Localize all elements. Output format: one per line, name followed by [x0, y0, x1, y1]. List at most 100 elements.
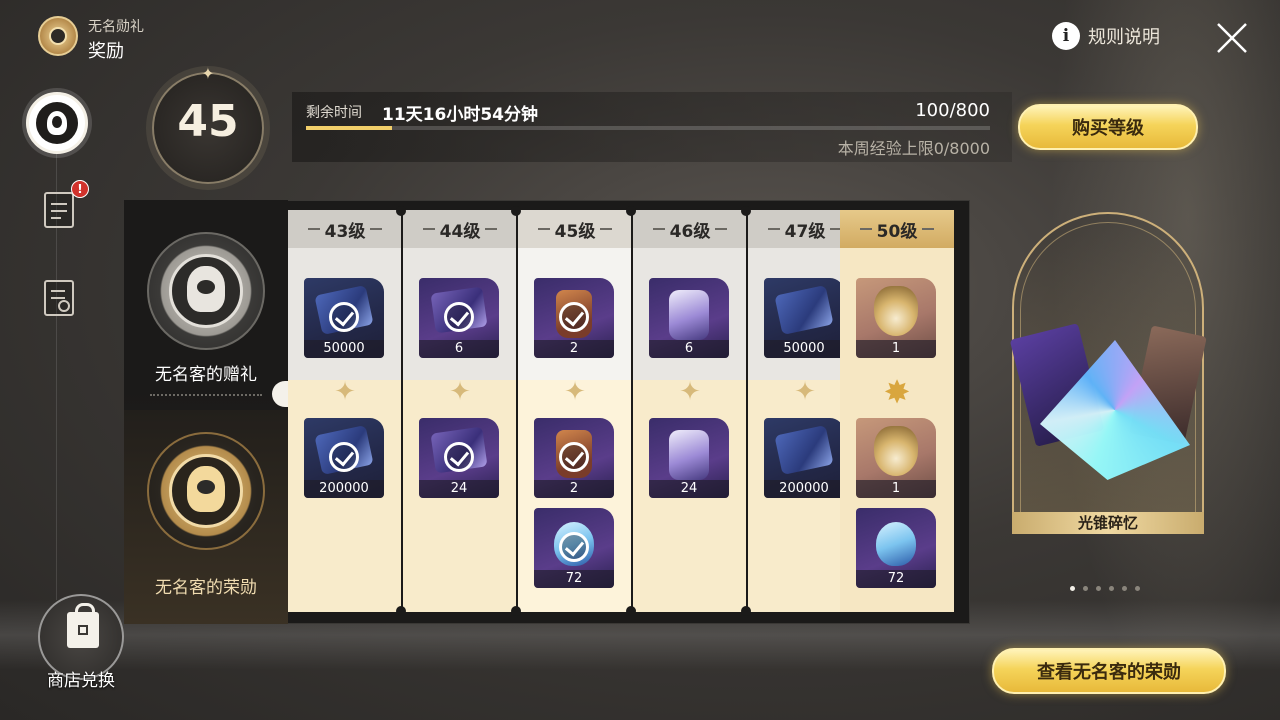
buy-level-button[interactable]: 购买等级: [1018, 104, 1198, 150]
level-header: 45级: [518, 210, 632, 248]
missions-alert-badge: !: [71, 180, 89, 198]
reward-item-material-book[interactable]: 6: [419, 278, 499, 358]
exp-progress-bar: [306, 126, 990, 130]
rail-tab-missions-clipboard-icon[interactable]: [44, 192, 74, 228]
sparkle-icon: ✦: [449, 377, 471, 407]
compass-star-icon: ✸: [883, 373, 911, 411]
reward-item-pocket-watch[interactable]: 1: [856, 278, 936, 358]
rail-tab-rewards[interactable]: [26, 92, 88, 154]
pagination-dot[interactable]: [1109, 586, 1114, 591]
pagination-dot[interactable]: [1122, 586, 1127, 591]
free-track-name: 无名客的赠礼: [155, 365, 257, 385]
level-column-45: 45级 ✦ 2 2 72: [518, 210, 633, 612]
item-quantity: 72: [534, 570, 614, 588]
lantern-icon: [669, 290, 709, 340]
level-column-50: 50级 ✸ 1 1 72: [840, 210, 954, 612]
reward-item-star-flask[interactable]: 72: [534, 508, 614, 588]
reward-item-credits[interactable]: 200000: [304, 418, 384, 498]
item-quantity: 50000: [764, 340, 844, 358]
column-pin: [626, 606, 636, 616]
level-header: 46级: [633, 210, 747, 248]
claimed-check-icon: [444, 302, 474, 332]
claimed-check-icon: [329, 442, 359, 472]
page-title: 奖励: [88, 41, 124, 62]
view-nameless-honor-button[interactable]: 查看无名客的荣勋: [992, 648, 1226, 694]
column-pin: [396, 606, 406, 616]
sparkle-icon: ✦: [564, 377, 586, 407]
info-icon: i: [1052, 22, 1080, 50]
preview-label: 光锥碎忆: [1012, 512, 1204, 534]
reward-item-potion[interactable]: 2: [534, 278, 614, 358]
nameless-medal-icon: [36, 102, 78, 144]
free-track-medal-icon: [147, 232, 265, 350]
item-quantity: 6: [649, 340, 729, 358]
rules-label: 规则说明: [1088, 27, 1160, 48]
sparkle-icon: ✦: [334, 377, 356, 407]
item-quantity: 2: [534, 480, 614, 498]
reward-item-material-book[interactable]: 24: [419, 418, 499, 498]
track-separator: [150, 394, 262, 396]
exp-progress-fill: [306, 126, 392, 130]
reward-item-credits[interactable]: 200000: [764, 418, 844, 498]
sparkle-icon: ✦: [679, 377, 701, 407]
rail-tab-overview-search-icon[interactable]: [44, 280, 74, 316]
level-header: 44级: [403, 210, 517, 248]
claimed-check-icon: [444, 442, 474, 472]
column-pin: [626, 206, 636, 216]
nameless-honor-emblem-icon: [38, 16, 78, 56]
pocket-watch-icon: [874, 426, 918, 476]
sparkle-icon: ✦: [794, 377, 816, 407]
credit-card-icon: [774, 285, 834, 335]
column-pin: [511, 206, 521, 216]
shop-exchange-label: 商店兑换: [47, 671, 115, 691]
lantern-icon: [669, 430, 709, 480]
weekly-exp-cap: 本周经验上限0/8000: [837, 139, 990, 158]
current-level: 45: [177, 96, 239, 147]
premium-track-medal-icon: [147, 432, 265, 550]
level-column-43: 43级 ✦ 50000 200000: [288, 210, 403, 612]
item-quantity: 2: [534, 340, 614, 358]
column-pin: [741, 206, 751, 216]
pocket-watch-icon: [874, 286, 918, 336]
claimed-check-icon: [559, 442, 589, 472]
item-quantity: 72: [856, 570, 936, 588]
preview-pagination[interactable]: [1070, 586, 1140, 591]
pagination-dot[interactable]: [1070, 586, 1075, 591]
reward-item-star-flask[interactable]: 72: [856, 508, 936, 588]
item-quantity: 24: [419, 480, 499, 498]
item-quantity: 6: [419, 340, 499, 358]
star-icon: ✦: [201, 64, 215, 83]
reward-item-pocket-watch[interactable]: 1: [856, 418, 936, 498]
item-quantity: 50000: [304, 340, 384, 358]
item-quantity: 1: [856, 340, 936, 358]
time-remaining-value: 11天16小时54分钟: [382, 105, 538, 125]
reward-item-lantern[interactable]: 6: [649, 278, 729, 358]
item-quantity: 200000: [304, 480, 384, 498]
premium-track-name: 无名客的荣勋: [155, 578, 257, 598]
level-header: 43级: [288, 210, 402, 248]
level-column-46: 46级 ✦ 6 24: [633, 210, 748, 612]
reward-item-potion[interactable]: 2: [534, 418, 614, 498]
time-remaining-label: 剩余时间: [306, 105, 362, 121]
flask-icon: [876, 522, 916, 566]
claimed-check-icon: [559, 532, 589, 562]
level-header: 50级: [840, 210, 954, 248]
close-icon[interactable]: [1214, 20, 1250, 56]
reward-item-credits[interactable]: 50000: [304, 278, 384, 358]
reward-item-lantern[interactable]: 24: [649, 418, 729, 498]
shopping-bag-icon: [67, 603, 99, 648]
column-pin: [396, 206, 406, 216]
claimed-check-icon: [329, 302, 359, 332]
exp-value: 100/800: [915, 100, 990, 121]
claimed-check-icon: [559, 302, 589, 332]
rules-button[interactable]: i 规则说明: [1052, 22, 1160, 50]
pagination-dot[interactable]: [1096, 586, 1101, 591]
pagination-dot[interactable]: [1135, 586, 1140, 591]
level-column-44: 44级 ✦ 6 24: [403, 210, 518, 612]
item-quantity: 1: [856, 480, 936, 498]
column-pin: [741, 606, 751, 616]
item-quantity: 24: [649, 480, 729, 498]
reward-item-credits[interactable]: 50000: [764, 278, 844, 358]
credit-card-icon: [774, 425, 834, 475]
pagination-dot[interactable]: [1083, 586, 1088, 591]
